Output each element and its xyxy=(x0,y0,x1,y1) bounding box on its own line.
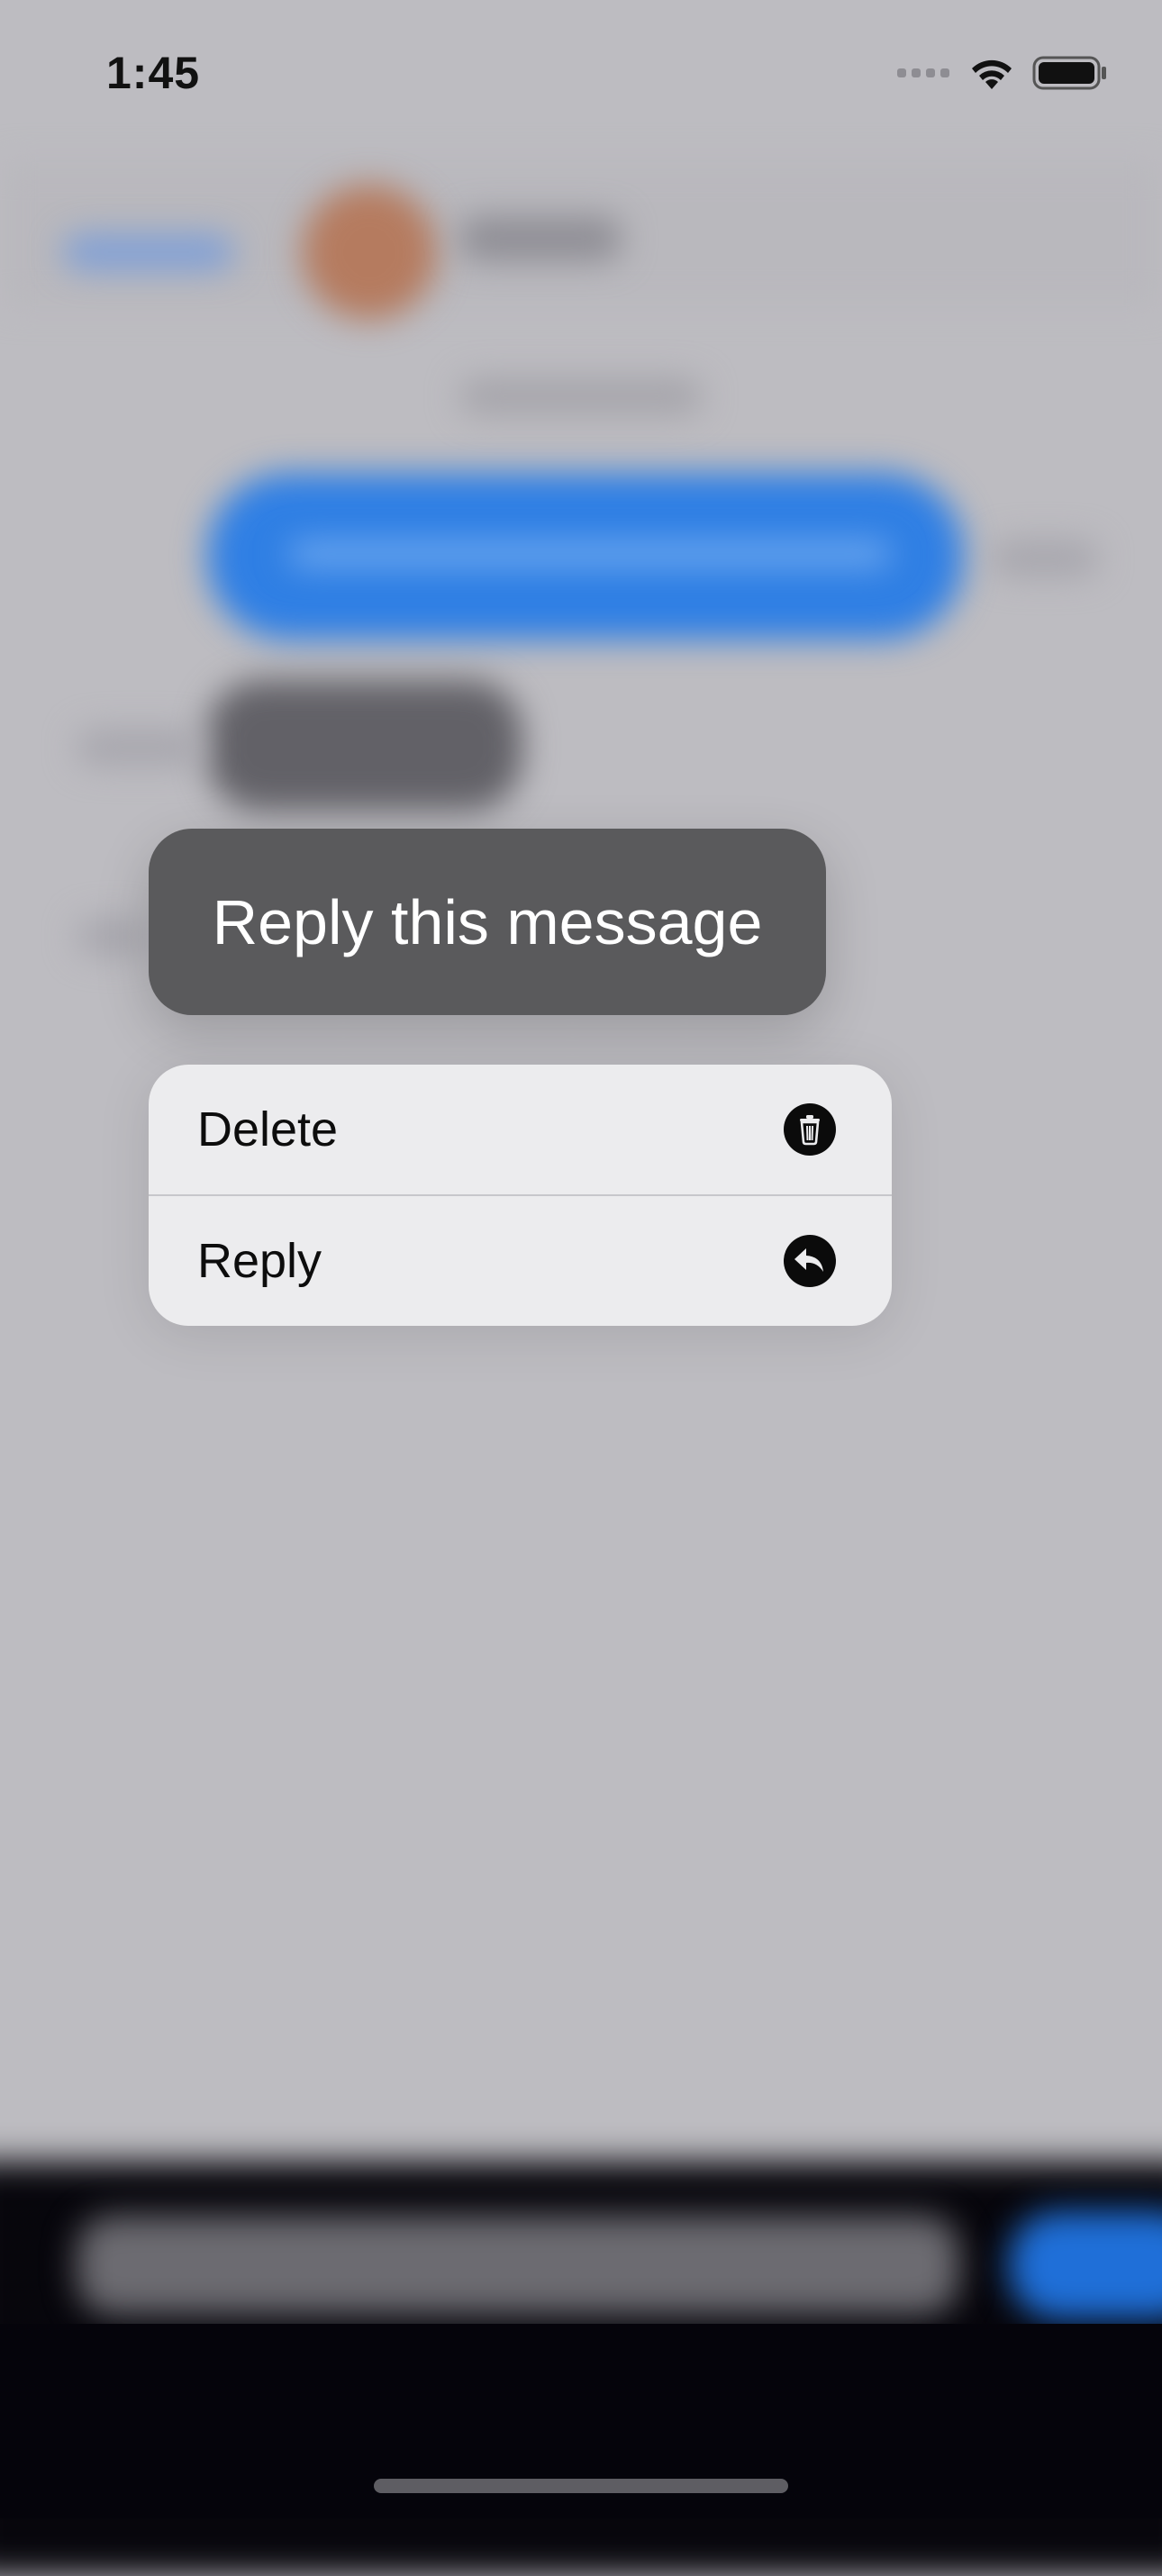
reply-menu-item[interactable]: Reply xyxy=(149,1196,892,1326)
blurred-timestamp xyxy=(991,540,1099,576)
blurred-outgoing-text xyxy=(288,540,892,567)
blurred-contact-avatar xyxy=(302,185,437,320)
blurred-back-button xyxy=(63,234,234,270)
blurred-timestamp xyxy=(77,730,203,766)
cellular-signal-icon xyxy=(897,68,949,77)
reply-menu-label: Reply xyxy=(197,1234,322,1288)
reply-arrow-icon xyxy=(784,1235,836,1287)
blurred-date-label xyxy=(459,378,703,414)
home-indicator[interactable] xyxy=(374,2479,788,2493)
selected-message-text: Reply this message xyxy=(212,886,763,957)
status-bar-icons xyxy=(897,50,1108,95)
delete-menu-item[interactable]: Delete xyxy=(149,1065,892,1194)
blurred-send-button xyxy=(1009,2211,1162,2319)
status-bar-time: 1:45 xyxy=(106,48,201,98)
wifi-icon xyxy=(972,59,1012,89)
delete-menu-label: Delete xyxy=(197,1102,339,1156)
trash-icon xyxy=(784,1103,836,1156)
battery-icon xyxy=(1032,56,1106,90)
message-context-menu: Delete Reply xyxy=(149,1065,892,1326)
blurred-message-input xyxy=(77,2216,959,2315)
selected-message-bubble: Reply this message xyxy=(149,829,826,1015)
blurred-incoming-bubble xyxy=(207,680,522,811)
blurred-contact-name xyxy=(459,216,622,261)
blurred-timestamp xyxy=(77,919,149,955)
